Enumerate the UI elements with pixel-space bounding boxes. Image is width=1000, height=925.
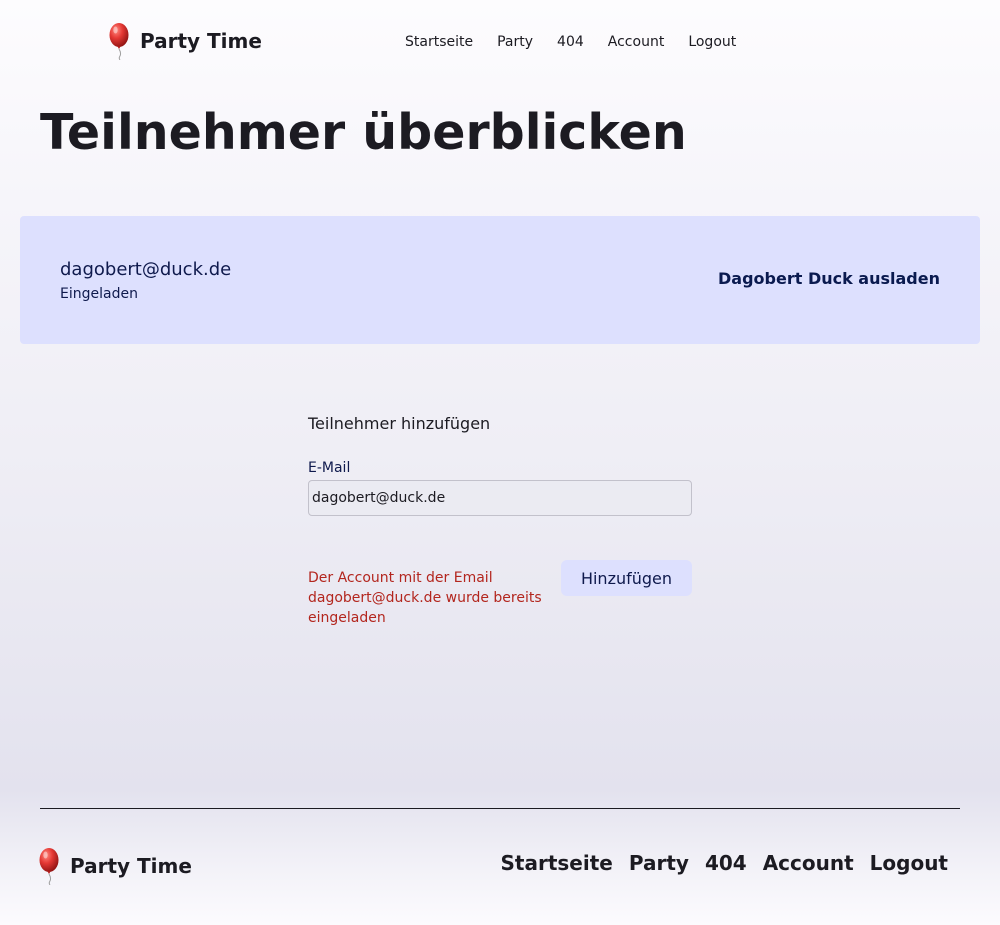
error-message: Der Account mit der Email dagobert@duck.… xyxy=(308,570,542,626)
page-title: Teilnehmer überblicken xyxy=(40,104,687,161)
brand-logo-link[interactable]: Party Time xyxy=(107,22,262,60)
footer-nav-link-404[interactable]: 404 xyxy=(697,851,755,875)
brand-name: Party Time xyxy=(140,29,262,53)
nav-link-logout[interactable]: Logout xyxy=(676,31,748,53)
participant-email: dagobert@duck.de xyxy=(60,259,232,280)
footer-nav-link-party[interactable]: Party xyxy=(621,851,697,875)
footer-nav-link-account[interactable]: Account xyxy=(755,851,862,875)
participant-status: Eingeladen xyxy=(60,286,138,302)
email-input[interactable] xyxy=(308,480,692,516)
footer-nav: Startseite Party 404 Account Logout xyxy=(493,851,956,875)
nav-link-party[interactable]: Party xyxy=(485,31,545,53)
header-nav: Startseite Party 404 Account Logout xyxy=(393,31,748,53)
footer-divider xyxy=(40,808,960,809)
footer-brand-name: Party Time xyxy=(70,854,192,878)
footer-nav-link-logout[interactable]: Logout xyxy=(862,851,956,875)
balloon-icon xyxy=(39,848,59,885)
participant-card: dagobert@duck.de Eingeladen Dagobert Duc… xyxy=(20,216,980,344)
balloon-icon xyxy=(109,23,129,60)
uninvite-button[interactable]: Dagobert Duck ausladen xyxy=(718,269,940,289)
form-heading: Teilnehmer hinzufügen xyxy=(308,414,491,433)
nav-link-account[interactable]: Account xyxy=(596,31,677,53)
add-participant-button[interactable]: Hinzufügen xyxy=(561,560,692,596)
email-label: E-Mail xyxy=(308,460,351,476)
nav-link-startseite[interactable]: Startseite xyxy=(393,31,485,53)
nav-link-404[interactable]: 404 xyxy=(545,31,596,53)
site-header: Party Time Startseite Party 404 Account … xyxy=(0,0,1000,84)
footer-brand-logo-link[interactable]: Party Time xyxy=(37,847,192,885)
footer-nav-link-startseite[interactable]: Startseite xyxy=(493,851,621,875)
